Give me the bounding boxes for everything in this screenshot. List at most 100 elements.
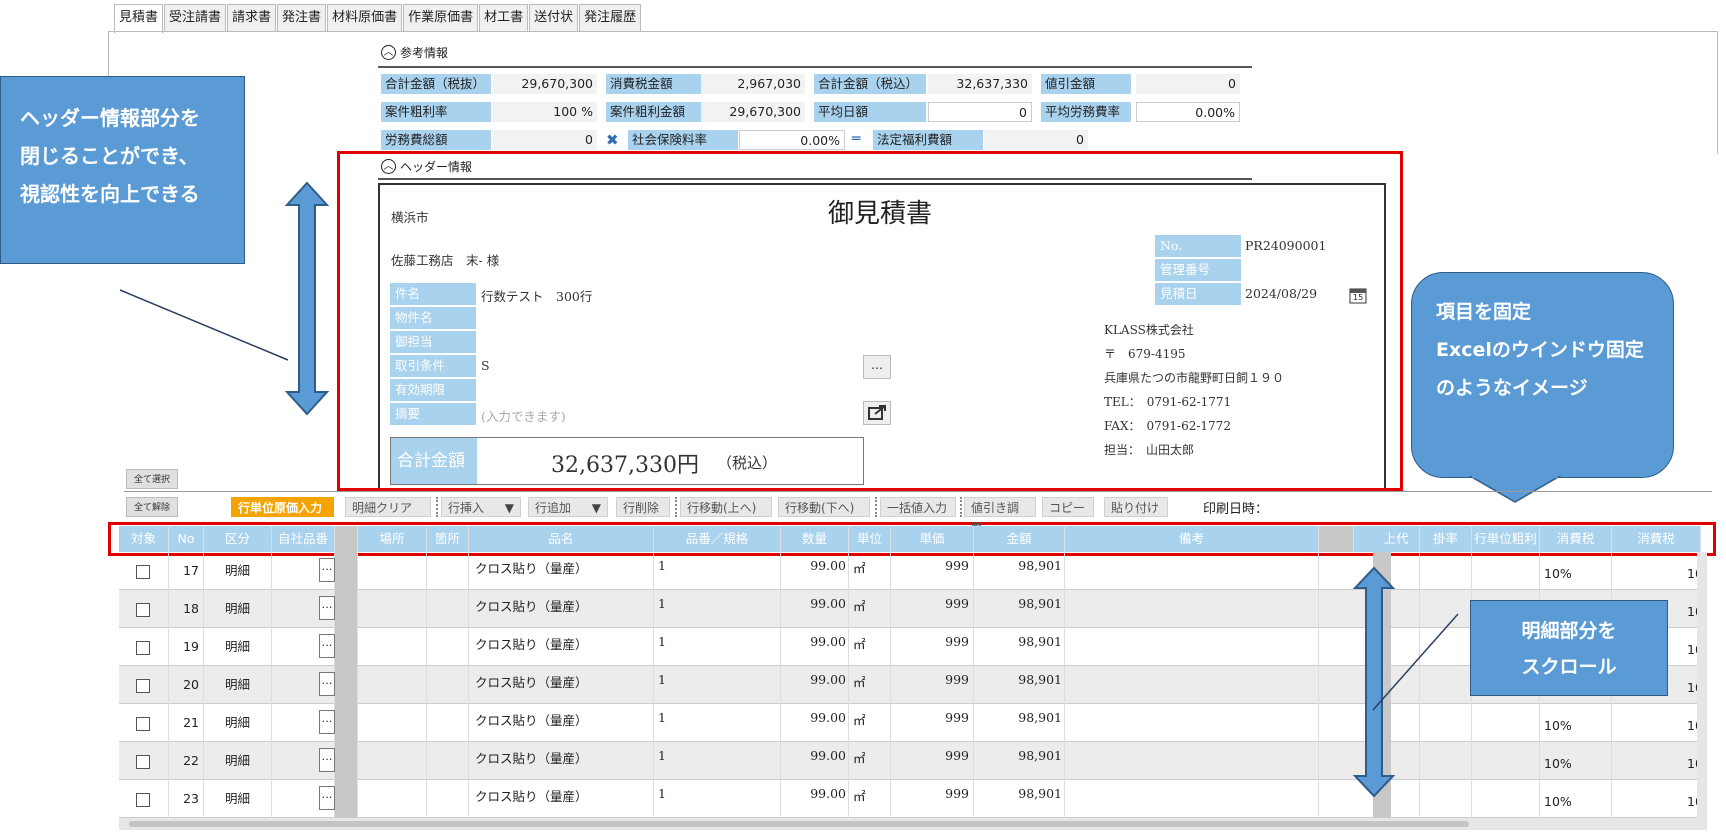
row-qty[interactable]: 99.00 [781,704,849,742]
row-spot[interactable] [427,628,469,666]
row-place[interactable] [358,590,427,628]
column-header[interactable]: 行単位粗利 [1472,526,1540,552]
column-header[interactable]: 箇所 [427,526,469,552]
row-kubun[interactable]: 明細 [204,666,272,704]
column-header[interactable]: 品名 [469,526,654,552]
row-item-name[interactable]: クロス貼り（量産） [469,742,654,780]
row-tax[interactable]: 10% [1540,742,1612,780]
row-tax[interactable]: 10% [1540,552,1612,590]
row-note[interactable] [1065,590,1319,628]
row-checkbox[interactable] [136,679,150,693]
select-cell[interactable] [119,742,169,780]
discount-adjust-button[interactable]: 値引き調整 [964,497,1036,535]
select-all-button[interactable]: 全て選択 [126,469,178,489]
row-spot[interactable] [427,780,469,818]
column-header[interactable]: 備考 [1065,526,1319,552]
column-header[interactable]: 自社品番 [272,526,335,552]
add-row-button[interactable]: 行追加 ▼ [528,497,608,517]
column-header[interactable] [1319,526,1354,552]
row-tax2[interactable]: 10 [1612,742,1701,780]
ref-value[interactable]: 0 [928,102,1032,122]
row-spot[interactable] [427,704,469,742]
column-header[interactable]: 金額 [974,526,1065,552]
row-unit[interactable]: ㎡ [849,552,891,590]
tab-1[interactable]: 受注請書 [164,4,227,31]
row-place[interactable] [358,666,427,704]
row-unit[interactable]: ㎡ [849,780,891,818]
ref-value[interactable]: 0.00% [1136,102,1240,122]
row-qty[interactable]: 99.00 [781,780,849,818]
table-row[interactable]: 17明細 クロス貼り（量産）199.00㎡99998,901 10%10 [119,552,1701,590]
row-unit[interactable]: ㎡ [849,666,891,704]
horizontal-scroll-thumb[interactable] [129,821,1469,827]
table-row[interactable]: 20明細クロス貼り（量産）199.00㎡99998,90110%10 [119,666,1701,704]
row-price[interactable]: 999 [891,780,974,818]
row-spec[interactable]: 1 [654,590,781,628]
row-checkbox[interactable] [136,793,150,807]
table-row[interactable]: 18明細クロス貼り（量産）199.00㎡99998,90110%10 [119,590,1701,628]
row-place[interactable] [358,628,427,666]
row-kubun[interactable]: 明細 [204,552,272,590]
row-checkbox[interactable] [136,717,150,731]
tab-7[interactable]: 送付状 [529,4,579,31]
ref-section-header[interactable]: ︿ 参考情報 [381,44,448,61]
row-rate[interactable] [1420,742,1472,780]
column-header[interactable]: 区分 [204,526,272,552]
row-checkbox[interactable] [136,603,150,617]
move-up-button[interactable]: 行移動(上へ) [680,497,772,517]
more-button[interactable]: … [319,786,335,810]
more-button[interactable]: … [319,634,335,658]
more-button[interactable]: … [319,672,335,696]
row-kubun[interactable]: 明細 [204,590,272,628]
row-place[interactable] [358,742,427,780]
row-tax[interactable]: 10% [1540,780,1612,818]
column-header[interactable]: 対象 [119,526,169,552]
row-kubun[interactable]: 明細 [204,704,272,742]
row-checkbox[interactable] [136,641,150,655]
row-item-name[interactable]: クロス貼り（量産） [469,552,654,590]
row-note[interactable] [1065,780,1319,818]
row-spot[interactable] [427,552,469,590]
column-header[interactable]: 単価 [891,526,974,552]
row-note[interactable] [1065,704,1319,742]
dropdown-icon[interactable]: ▼ [505,498,514,518]
select-cell[interactable] [119,628,169,666]
row-kubun[interactable]: 明細 [204,742,272,780]
bulk-input-button[interactable]: 一括値入力 [880,497,956,517]
row-unit[interactable]: ㎡ [849,590,891,628]
table-row[interactable]: 23明細 クロス貼り（量産）199.00㎡99998,901 10%10 [119,780,1701,818]
select-cell[interactable] [119,666,169,704]
row-price[interactable]: 999 [891,628,974,666]
cost-input-button[interactable]: 行単位原価入力 [231,497,334,517]
row-qty[interactable]: 99.00 [781,628,849,666]
select-cell[interactable] [119,590,169,628]
column-header[interactable] [335,526,358,552]
copy-button[interactable]: コピー [1042,497,1094,517]
row-item-name[interactable]: クロス貼り（量産） [469,628,654,666]
column-header[interactable]: 数量 [781,526,849,552]
column-header[interactable]: 掛率 [1420,526,1472,552]
row-spec[interactable]: 1 [654,552,781,590]
row-rate[interactable] [1420,552,1472,590]
row-unit[interactable]: ㎡ [849,742,891,780]
tab-4[interactable]: 材料原価書 [327,4,403,31]
more-button[interactable]: … [319,748,335,772]
row-tax[interactable]: 10% [1540,704,1612,742]
select-cell[interactable] [119,552,169,590]
row-price[interactable]: 999 [891,742,974,780]
row-spec[interactable]: 1 [654,666,781,704]
paste-button[interactable]: 貼り付け [1104,497,1168,517]
tab-3[interactable]: 発注書 [277,4,327,31]
row-qty[interactable]: 99.00 [781,552,849,590]
move-down-button[interactable]: 行移動(下へ) [778,497,870,517]
column-header[interactable]: 消費税 [1540,526,1612,552]
row-place[interactable] [358,780,427,818]
row-spec[interactable]: 1 [654,704,781,742]
row-spec[interactable]: 1 [654,780,781,818]
delete-row-button[interactable]: 行削除 [616,497,670,517]
more-button[interactable]: … [319,596,335,620]
row-spec[interactable]: 1 [654,628,781,666]
row-unit[interactable]: ㎡ [849,704,891,742]
row-checkbox[interactable] [136,755,150,769]
row-checkbox[interactable] [136,565,150,579]
